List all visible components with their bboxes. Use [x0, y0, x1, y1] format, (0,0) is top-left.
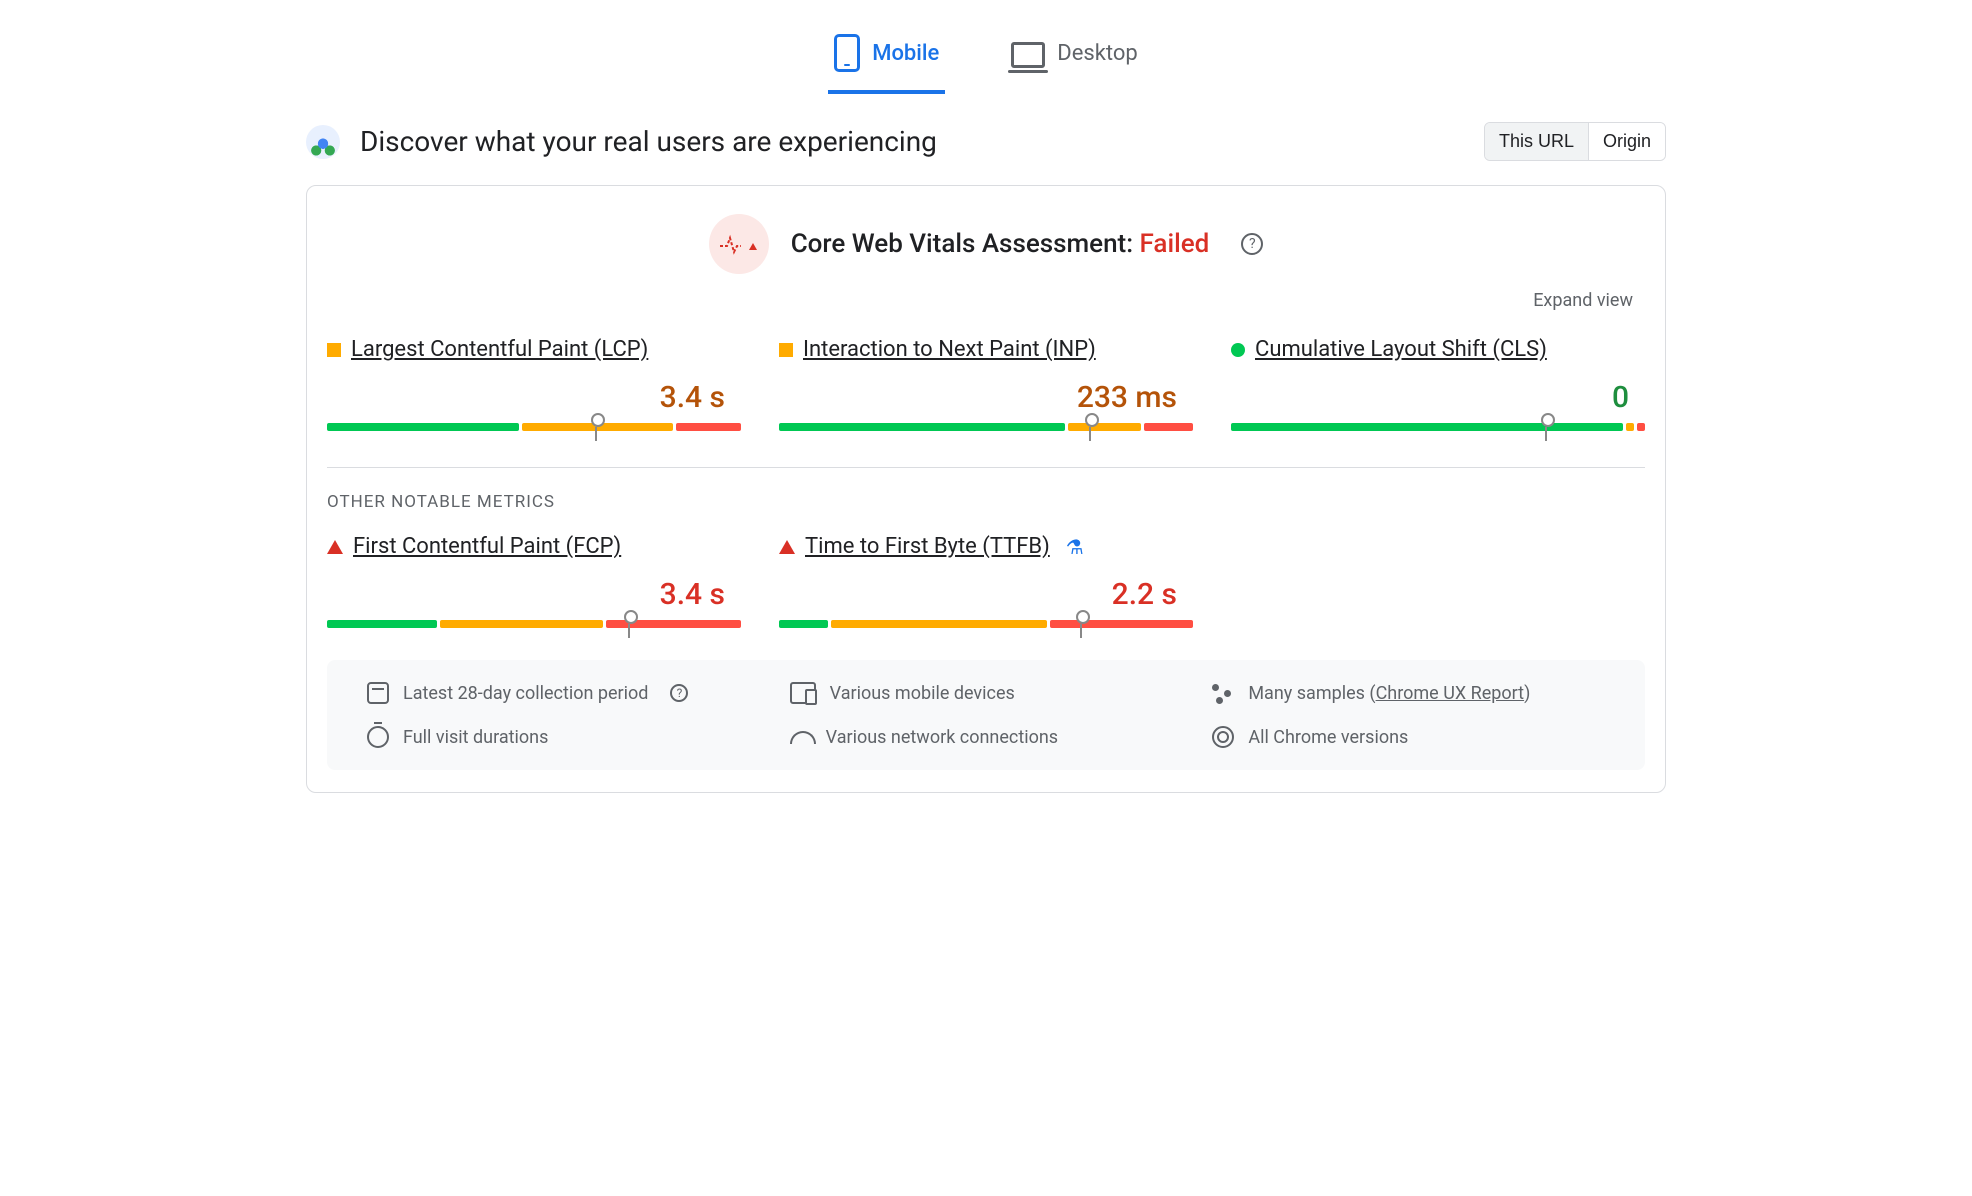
- scope-toggle: This URL Origin: [1484, 122, 1666, 161]
- metric-cls: Cumulative Layout Shift (CLS) 0: [1231, 337, 1645, 431]
- stopwatch-icon: [367, 726, 389, 748]
- inp-value: 233 ms: [779, 380, 1193, 415]
- info-devices: Various mobile devices: [790, 682, 1183, 704]
- experimental-flask-icon: ⚗: [1066, 535, 1084, 559]
- info-panel: Latest 28-day collection period ? Variou…: [327, 660, 1645, 770]
- metric-ttfb: Time to First Byte (TTFB) ⚗ 2.2 s: [779, 534, 1193, 628]
- assessment-text: Core Web Vitals Assessment: Failed: [791, 229, 1210, 259]
- calendar-icon: [367, 682, 389, 704]
- info-versions: All Chrome versions: [1212, 726, 1605, 748]
- scope-this-url[interactable]: This URL: [1485, 123, 1588, 160]
- info-period: Latest 28-day collection period ?: [367, 682, 760, 704]
- fcp-link[interactable]: First Contentful Paint (FCP): [353, 534, 621, 559]
- mobile-icon: [834, 34, 860, 72]
- desktop-icon: [1011, 42, 1045, 68]
- cls-value: 0: [1231, 380, 1645, 415]
- samples-icon: [1212, 682, 1234, 704]
- warn-square-icon: [327, 343, 341, 357]
- fcp-value: 3.4 s: [327, 577, 741, 612]
- other-metrics-heading: OTHER NOTABLE METRICS: [327, 492, 1645, 512]
- assessment-row: Core Web Vitals Assessment: Failed ?: [327, 214, 1645, 274]
- tab-mobile[interactable]: Mobile: [828, 24, 945, 94]
- crux-report-link[interactable]: Chrome UX Report: [1376, 683, 1524, 704]
- metric-fcp: First Contentful Paint (FCP) 3.4 s: [327, 534, 741, 628]
- crux-logo-icon: [306, 125, 340, 159]
- warn-square-icon: [779, 343, 793, 357]
- tab-mobile-label: Mobile: [872, 41, 939, 66]
- chrome-icon: [1212, 726, 1234, 748]
- ttfb-link[interactable]: Time to First Byte (TTFB): [805, 534, 1050, 559]
- metric-lcp: Largest Contentful Paint (LCP) 3.4 s: [327, 337, 741, 431]
- good-dot-icon: [1231, 343, 1245, 357]
- ttfb-bar: [779, 620, 1193, 628]
- bad-triangle-icon: [327, 540, 343, 554]
- tab-desktop[interactable]: Desktop: [1005, 24, 1144, 94]
- vitals-card: Core Web Vitals Assessment: Failed ? Exp…: [306, 185, 1666, 793]
- info-samples: Many samples (Chrome UX Report): [1212, 682, 1605, 704]
- metric-inp: Interaction to Next Paint (INP) 233 ms: [779, 337, 1193, 431]
- device-tabs: Mobile Desktop: [306, 24, 1666, 94]
- tab-desktop-label: Desktop: [1057, 41, 1138, 66]
- vitals-pulse-icon: [709, 214, 769, 274]
- scope-origin[interactable]: Origin: [1588, 123, 1665, 160]
- info-durations: Full visit durations: [367, 726, 760, 748]
- devices-icon: [790, 682, 816, 704]
- lcp-link[interactable]: Largest Contentful Paint (LCP): [351, 337, 648, 362]
- cls-bar: [1231, 423, 1645, 431]
- page-title: Discover what your real users are experi…: [360, 125, 937, 158]
- network-icon: [790, 726, 812, 748]
- expand-view-link[interactable]: Expand view: [1533, 290, 1633, 311]
- lcp-value: 3.4 s: [327, 380, 741, 415]
- cls-link[interactable]: Cumulative Layout Shift (CLS): [1255, 337, 1547, 362]
- fcp-bar: [327, 620, 741, 628]
- ttfb-value: 2.2 s: [779, 577, 1193, 612]
- info-network: Various network connections: [790, 726, 1183, 748]
- assessment-help-icon[interactable]: ?: [1241, 233, 1263, 255]
- bad-triangle-icon: [779, 540, 795, 554]
- lcp-bar: [327, 423, 741, 431]
- period-help-icon[interactable]: ?: [670, 684, 688, 702]
- metric-empty: [1231, 534, 1645, 628]
- inp-link[interactable]: Interaction to Next Paint (INP): [803, 337, 1096, 362]
- inp-bar: [779, 423, 1193, 431]
